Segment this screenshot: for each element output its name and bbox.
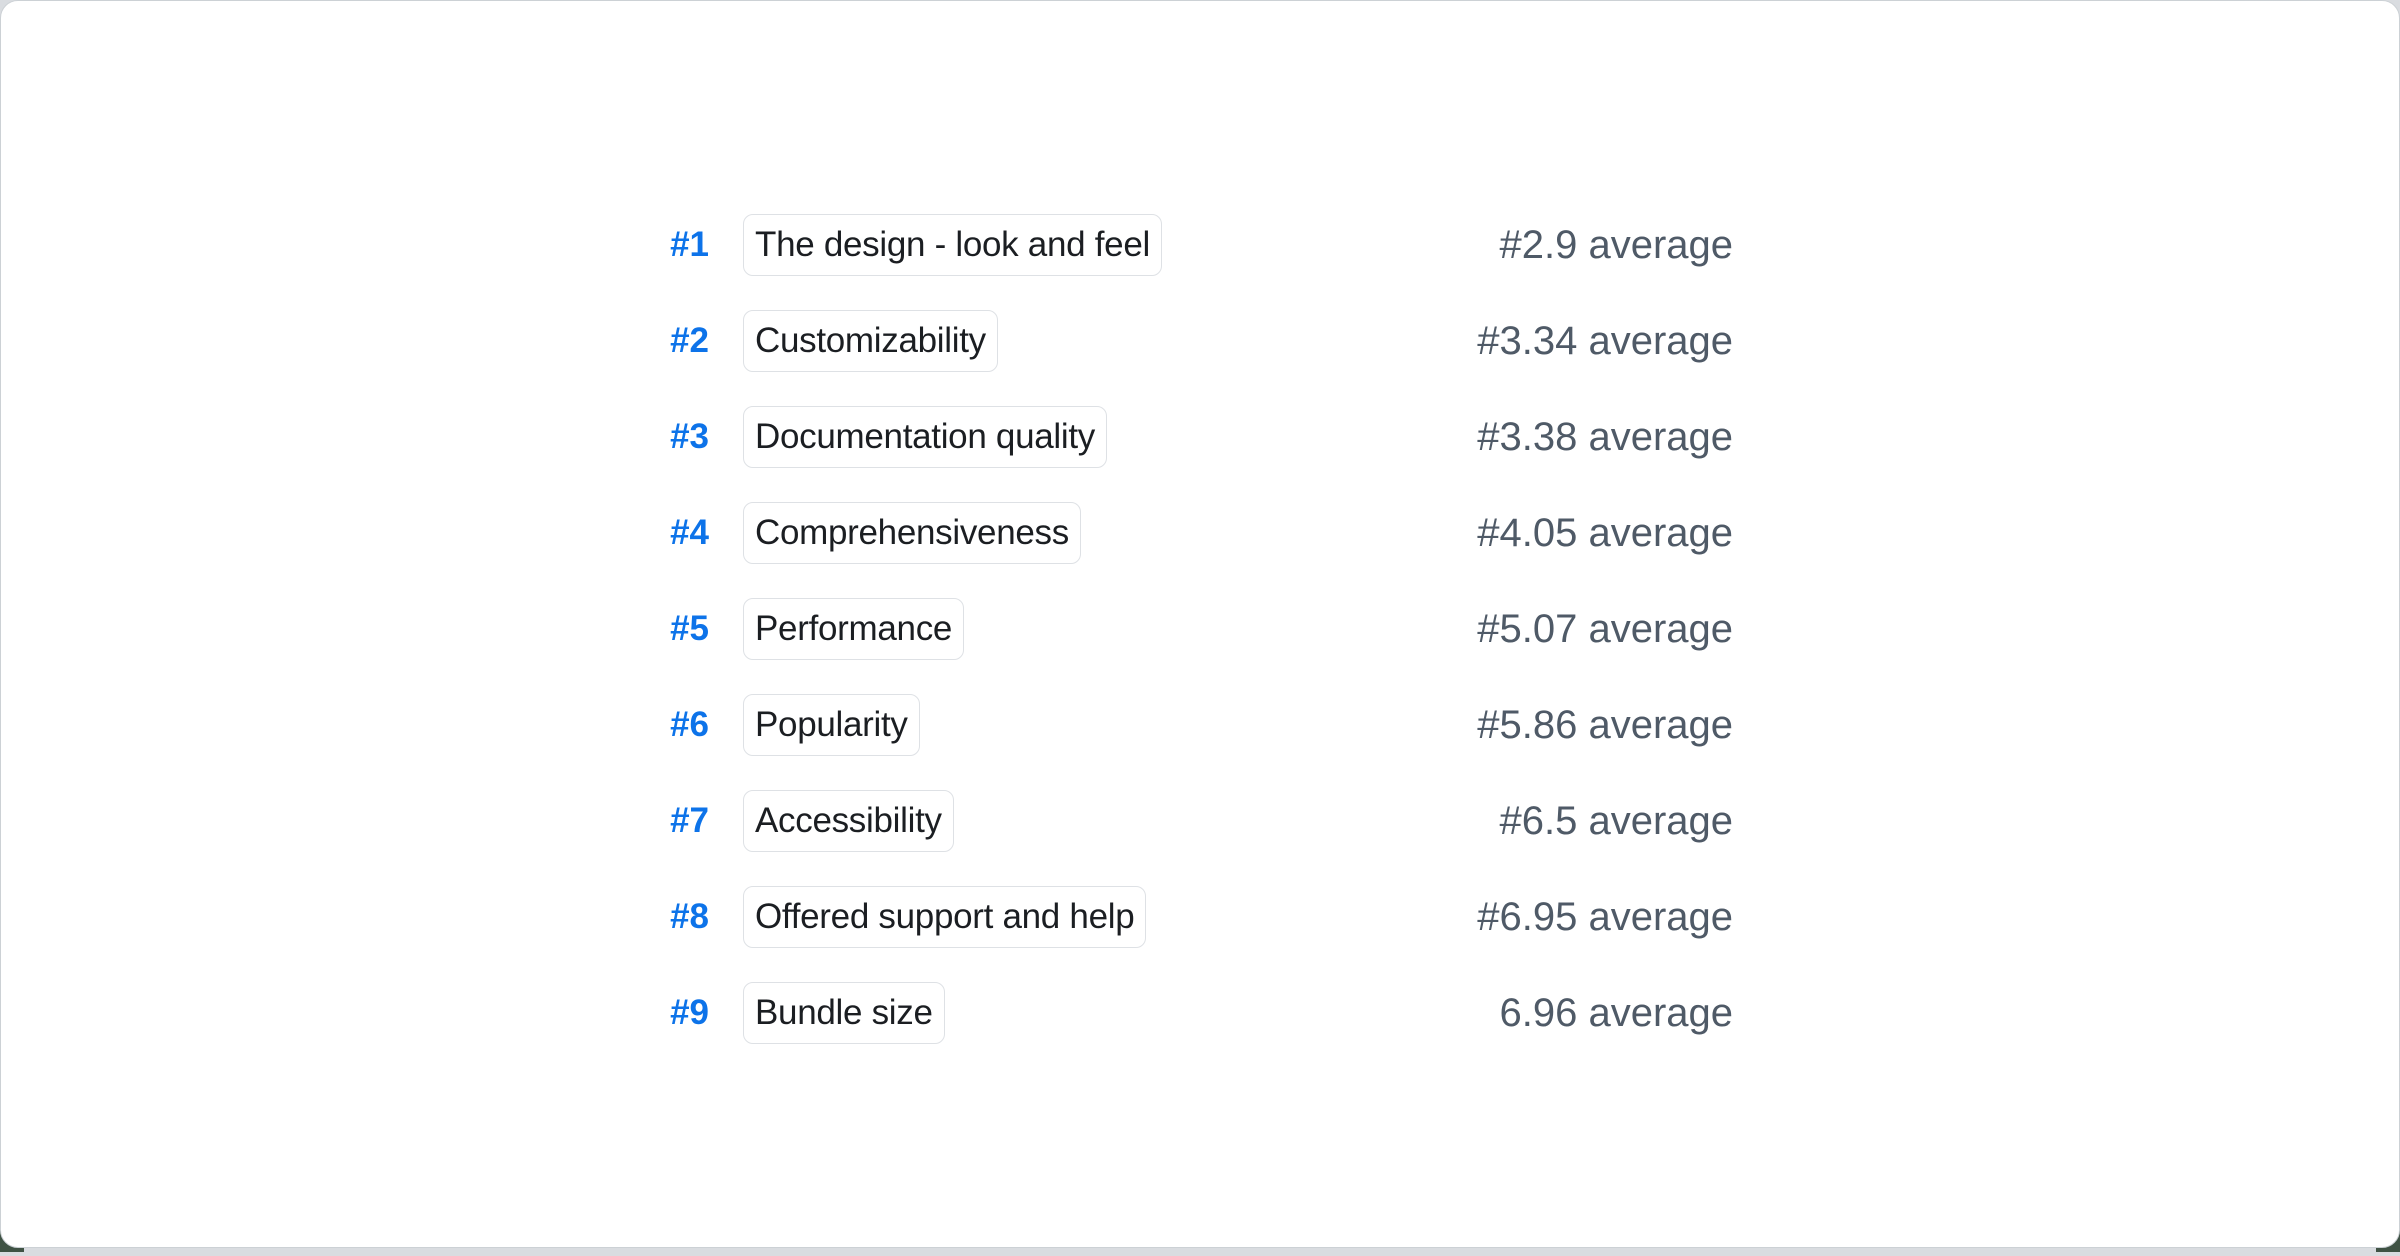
rank-number: #6 xyxy=(619,705,709,745)
rank-number: #5 xyxy=(619,609,709,649)
rank-number: #1 xyxy=(619,225,709,265)
option-pill: The design - look and feel xyxy=(743,214,1162,276)
rank-number: #9 xyxy=(619,993,709,1033)
average-score: #6.5 average xyxy=(1499,799,1733,844)
average-score: 6.96 average xyxy=(1499,991,1733,1036)
average-score: #5.07 average xyxy=(1477,607,1733,652)
rank-number: #2 xyxy=(619,321,709,361)
option-pill: Accessibility xyxy=(743,790,954,852)
ranking-row: #2 Customizability #3.34 average xyxy=(619,310,1733,372)
option-pill: Offered support and help xyxy=(743,886,1146,948)
rank-number: #8 xyxy=(619,897,709,937)
ranking-row: #3 Documentation quality #3.38 average xyxy=(619,406,1733,468)
option-pill: Bundle size xyxy=(743,982,945,1044)
ranking-list: #1 The design - look and feel #2.9 avera… xyxy=(619,214,1733,1078)
results-card: #1 The design - look and feel #2.9 avera… xyxy=(0,0,2400,1248)
option-pill: Comprehensiveness xyxy=(743,502,1081,564)
average-score: #2.9 average xyxy=(1499,223,1733,268)
average-score: #5.86 average xyxy=(1477,703,1733,748)
rank-number: #3 xyxy=(619,417,709,457)
option-pill: Performance xyxy=(743,598,964,660)
option-pill: Customizability xyxy=(743,310,998,372)
option-pill: Documentation quality xyxy=(743,406,1107,468)
option-pill: Popularity xyxy=(743,694,920,756)
average-score: #4.05 average xyxy=(1477,511,1733,556)
rank-number: #4 xyxy=(619,513,709,553)
average-score: #3.34 average xyxy=(1477,319,1733,364)
ranking-row: #8 Offered support and help #6.95 averag… xyxy=(619,886,1733,948)
average-score: #6.95 average xyxy=(1477,895,1733,940)
rank-number: #7 xyxy=(619,801,709,841)
ranking-row: #4 Comprehensiveness #4.05 average xyxy=(619,502,1733,564)
ranking-row: #9 Bundle size 6.96 average xyxy=(619,982,1733,1044)
average-score: #3.38 average xyxy=(1477,415,1733,460)
ranking-row: #6 Popularity #5.86 average xyxy=(619,694,1733,756)
ranking-row: #5 Performance #5.07 average xyxy=(619,598,1733,660)
ranking-row: #1 The design - look and feel #2.9 avera… xyxy=(619,214,1733,276)
ranking-row: #7 Accessibility #6.5 average xyxy=(619,790,1733,852)
